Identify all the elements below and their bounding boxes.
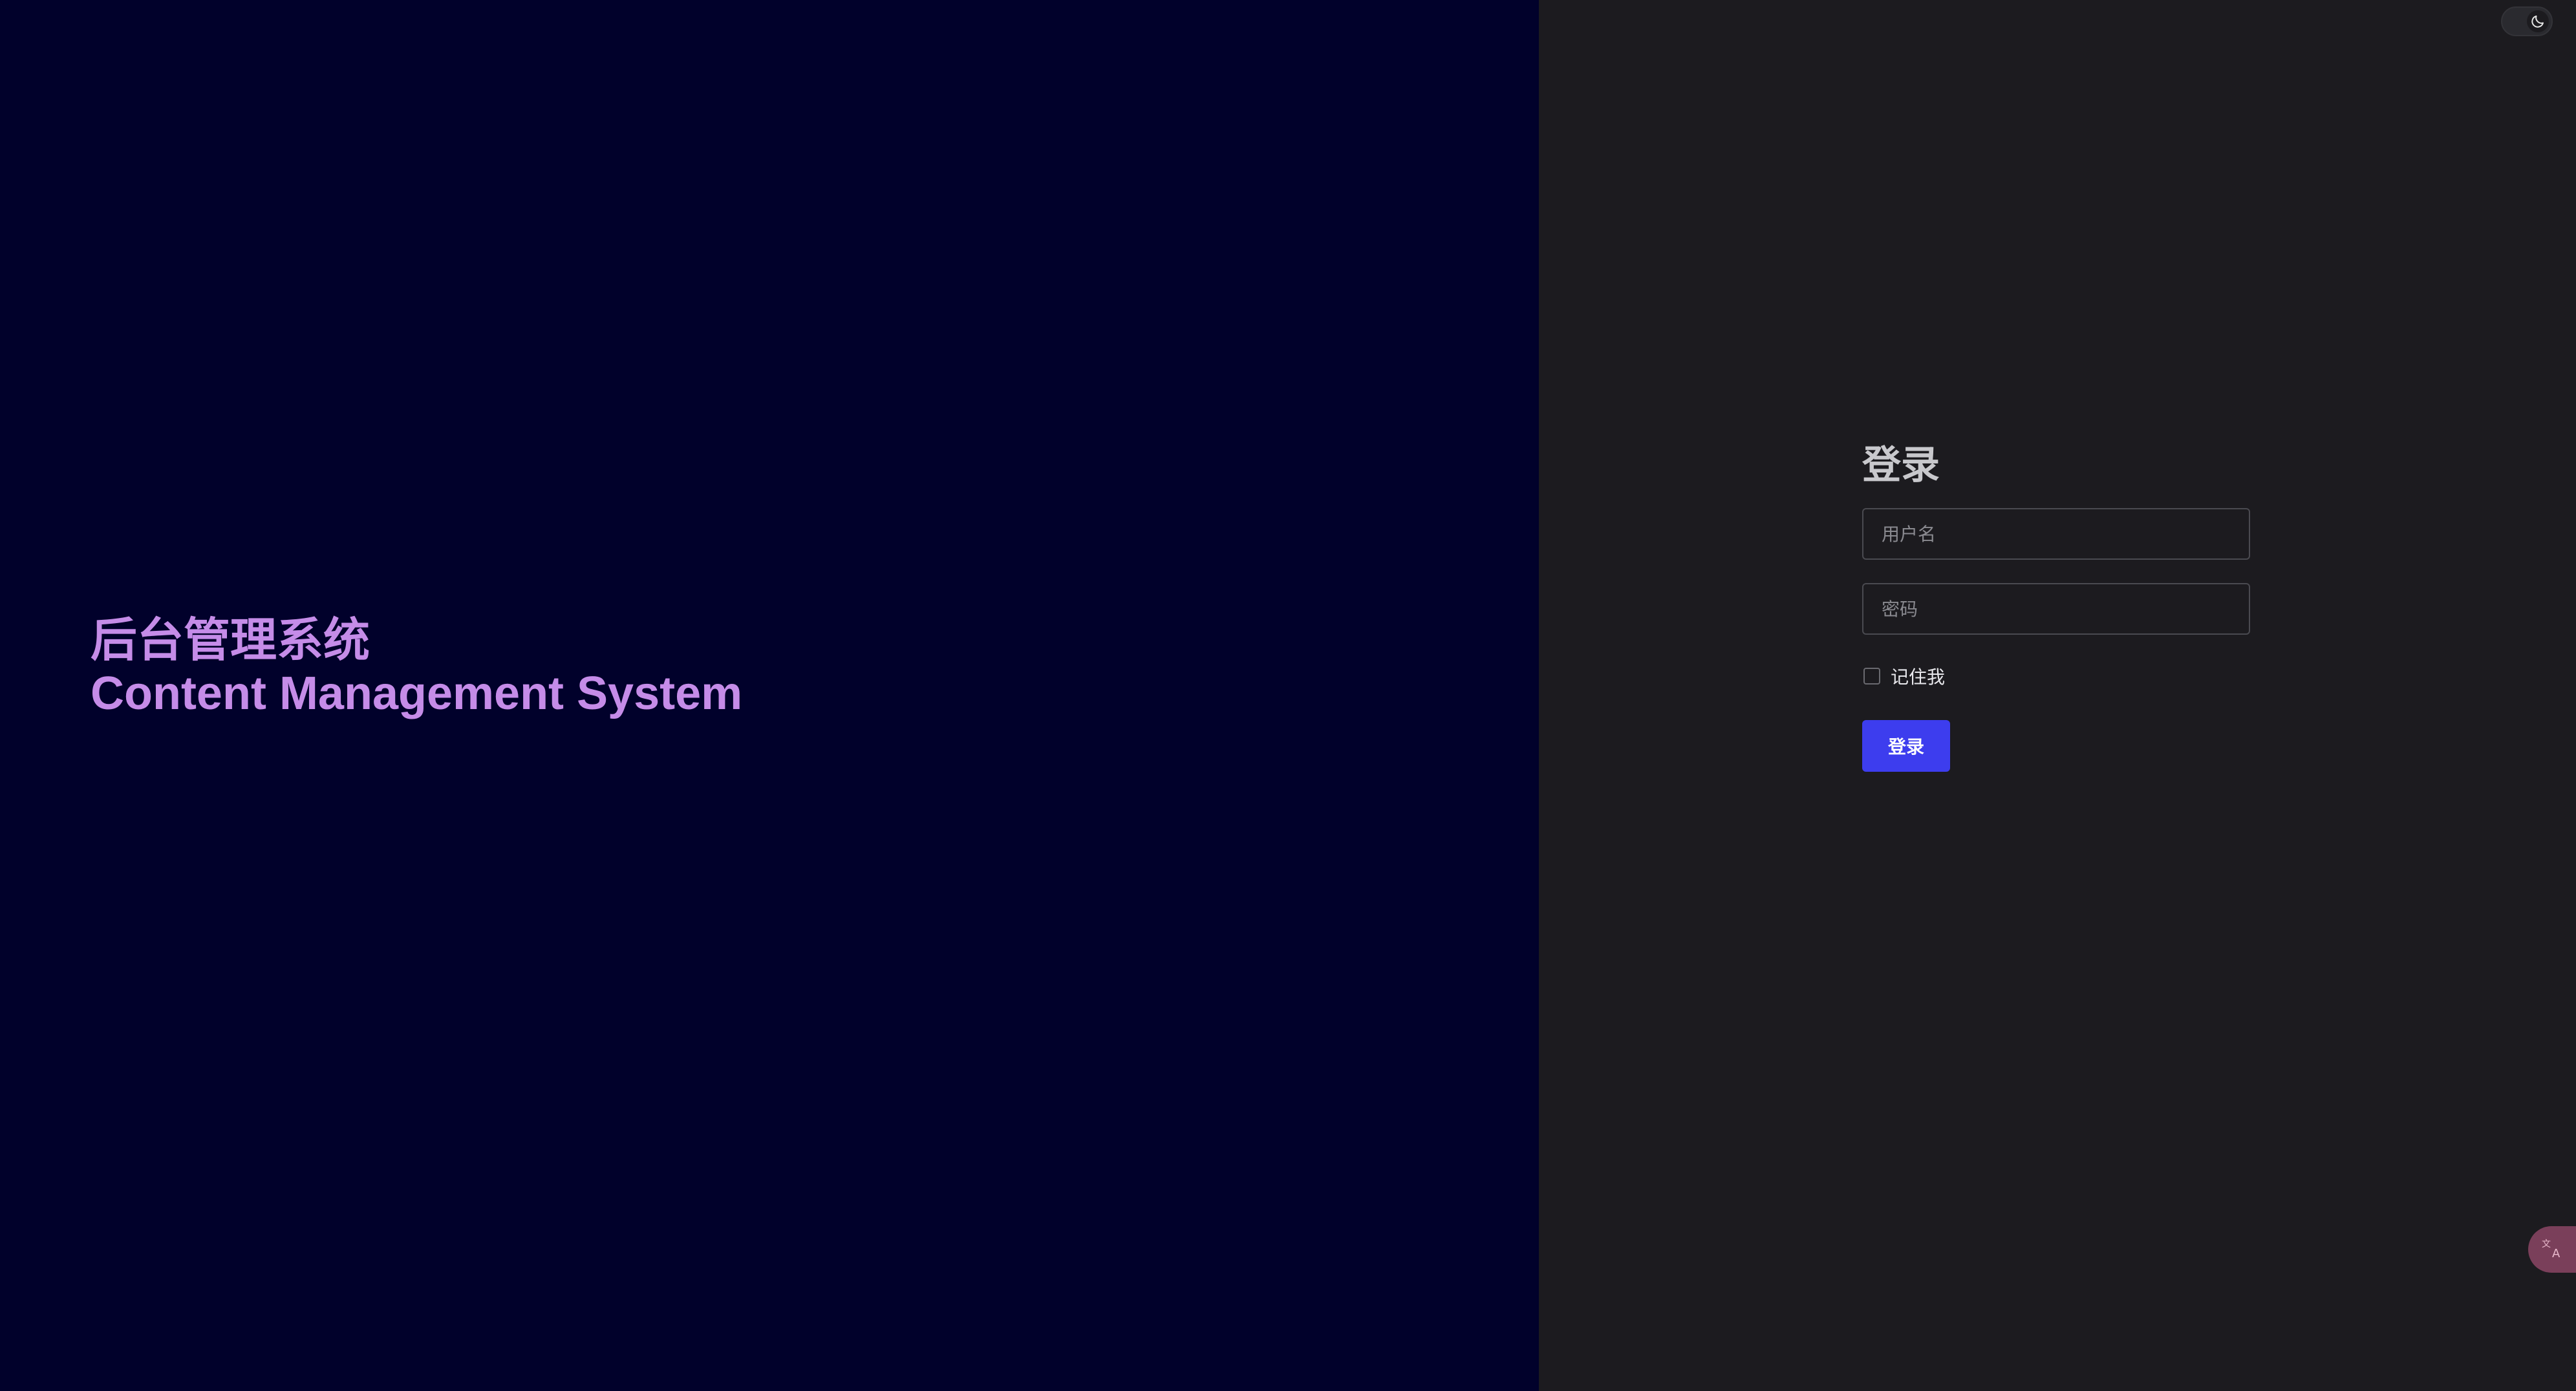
hero-title: 后台管理系统 Content Management System (91, 614, 742, 720)
svg-text:A: A (2552, 1247, 2560, 1260)
theme-toggle[interactable] (2501, 6, 2553, 36)
translate-icon: 文 A (2540, 1237, 2566, 1263)
username-input[interactable] (1862, 508, 2250, 560)
login-panel: 登录 记住我 登录 文 A (1539, 0, 2576, 1391)
remember-label: 记住我 (1891, 666, 1946, 688)
hero-title-en: Content Management System (91, 668, 743, 719)
hero-panel: 后台管理系统 Content Management System (0, 0, 1539, 1391)
login-page: 后台管理系统 Content Management System 登录 记住我 … (0, 0, 2576, 1391)
translate-button[interactable]: 文 A (2528, 1226, 2576, 1273)
login-heading: 登录 (1862, 443, 1940, 488)
hero-title-cn: 后台管理系统 (91, 615, 370, 666)
remember-me[interactable]: 记住我 (1862, 663, 2250, 689)
login-form: 登录 记住我 登录 (1862, 440, 2250, 772)
password-input[interactable] (1862, 583, 2250, 635)
moon-icon (2527, 10, 2549, 32)
login-button[interactable]: 登录 (1862, 720, 1950, 772)
remember-checkbox[interactable] (1863, 668, 1880, 685)
svg-text:文: 文 (2542, 1239, 2551, 1249)
